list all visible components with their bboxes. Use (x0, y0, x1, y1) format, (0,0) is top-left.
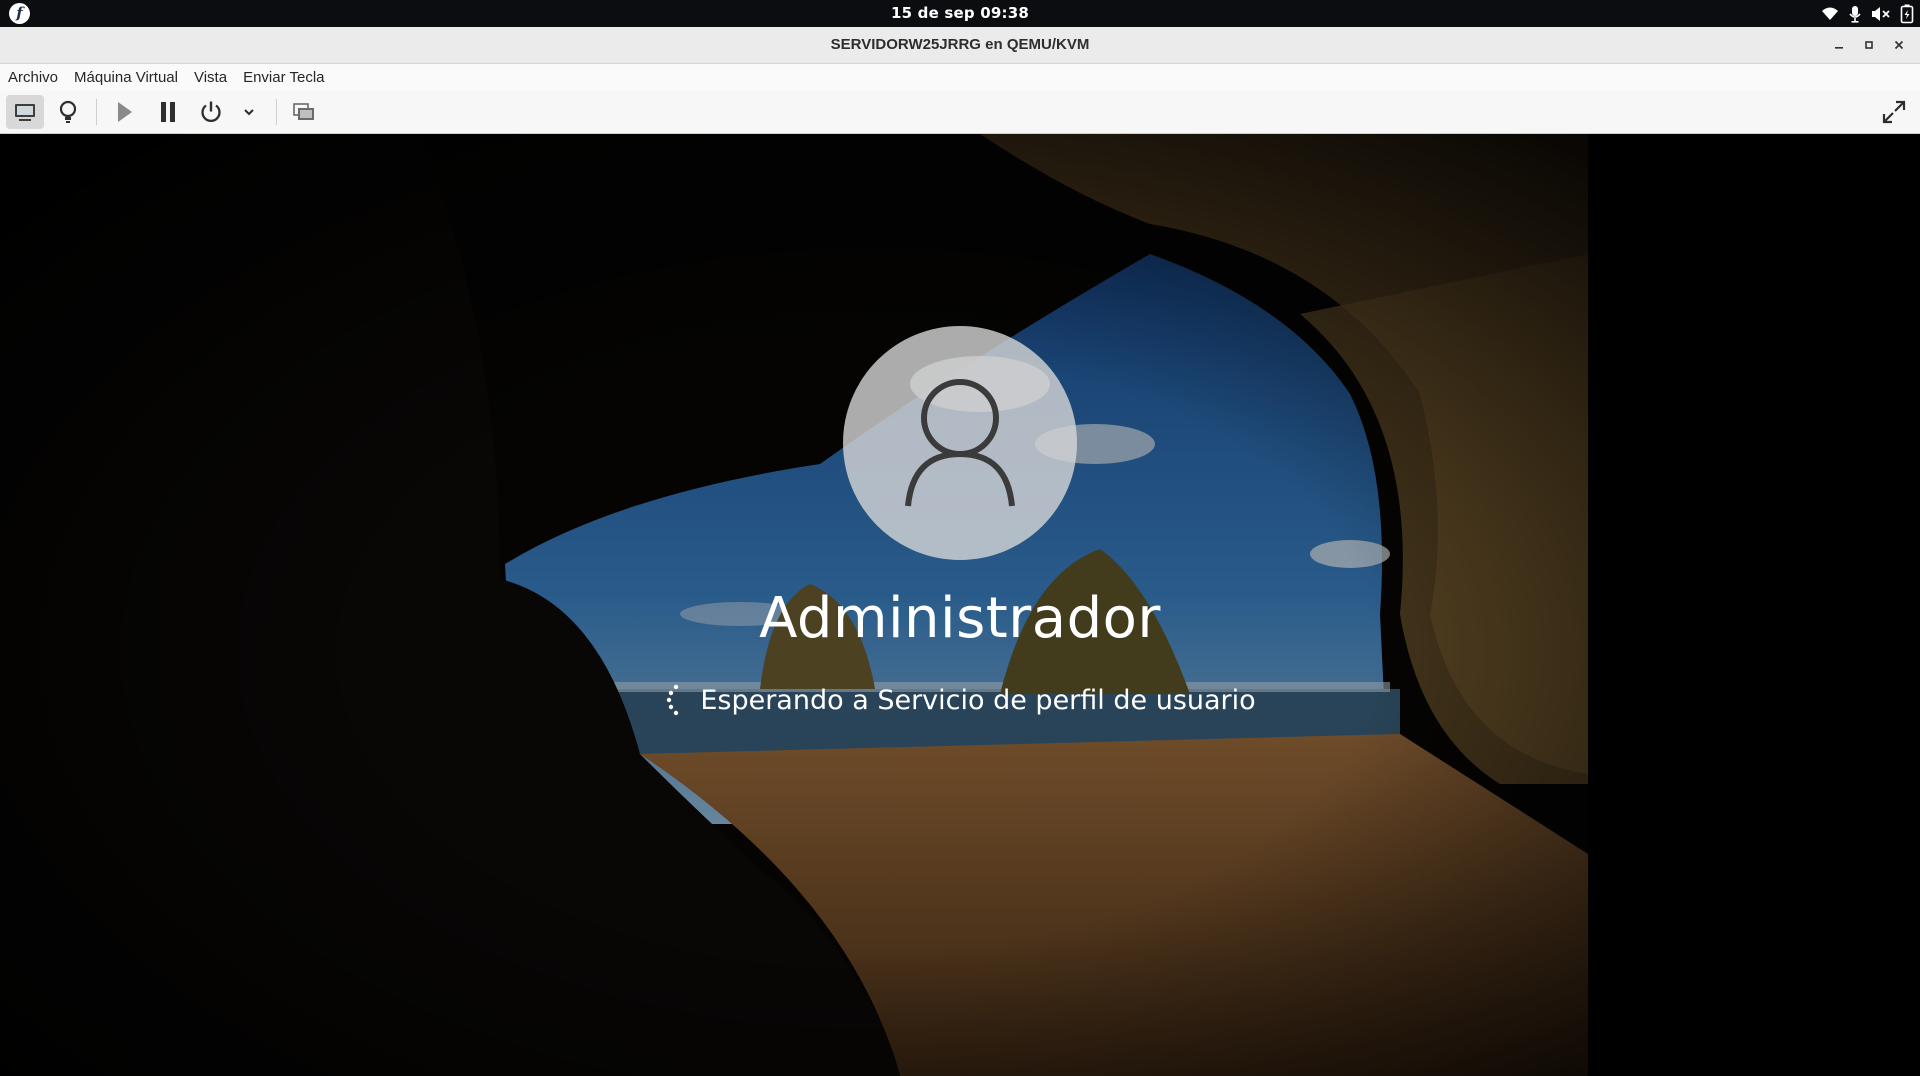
fullscreen-icon (1882, 100, 1906, 124)
maximize-icon (1865, 41, 1873, 49)
show-console-button[interactable] (6, 95, 44, 129)
close-icon (1894, 40, 1904, 50)
menu-archivo[interactable]: Archivo (0, 64, 66, 91)
shutdown-menu-button[interactable] (232, 95, 266, 129)
shutdown-button[interactable] (194, 95, 228, 129)
gnome-top-bar: f 15 de sep 09:38 (0, 0, 1920, 27)
pause-icon (161, 102, 175, 122)
vm-console[interactable]: Administrador Esperando a Servicio de pe… (0, 134, 1920, 1076)
snapshots-icon (293, 103, 314, 120)
speaker-muted-icon (1872, 6, 1890, 21)
lightbulb-details-icon (59, 100, 77, 123)
menu-bar: Archivo Máquina Virtual Vista Enviar Tec… (0, 64, 1920, 91)
loading-spinner-icon (667, 684, 679, 716)
maximize-button[interactable] (1858, 34, 1880, 56)
chevron-down-icon (244, 109, 254, 116)
display-console-icon (15, 104, 35, 121)
menu-maquina-virtual[interactable]: Máquina Virtual (66, 64, 186, 91)
window-title-bar[interactable]: SERVIDORW25JRRG en QEMU/KVM (0, 27, 1920, 64)
menu-enviar-tecla[interactable]: Enviar Tecla (235, 64, 332, 91)
power-icon (201, 101, 221, 123)
play-icon (118, 102, 132, 122)
microphone-icon (1849, 5, 1861, 23)
battery-icon (1900, 4, 1914, 23)
window-title: SERVIDORW25JRRG en QEMU/KVM (830, 36, 1090, 53)
toolbar (0, 91, 1920, 134)
minimize-button[interactable] (1828, 34, 1850, 56)
fullscreen-button[interactable] (1876, 95, 1912, 129)
snapshots-button[interactable] (286, 95, 322, 129)
clock[interactable]: 15 de sep 09:38 (0, 0, 1920, 27)
guest-screen[interactable]: Administrador Esperando a Servicio de pe… (0, 134, 1588, 1076)
run-button[interactable] (106, 95, 142, 129)
pause-button[interactable] (150, 95, 186, 129)
close-button[interactable] (1888, 34, 1910, 56)
user-name: Administrador (759, 586, 1161, 651)
wifi-icon (1822, 7, 1838, 20)
user-icon (905, 379, 1015, 507)
status-text: Esperando a Servicio de perfil de usuari… (700, 684, 1256, 716)
status-row: Esperando a Servicio de perfil de usuari… (660, 680, 1260, 720)
show-details-button[interactable] (50, 95, 86, 129)
menu-vista[interactable]: Vista (186, 64, 235, 91)
system-tray[interactable] (1821, 3, 1914, 24)
minimize-icon (1835, 47, 1843, 49)
user-avatar (843, 326, 1077, 560)
